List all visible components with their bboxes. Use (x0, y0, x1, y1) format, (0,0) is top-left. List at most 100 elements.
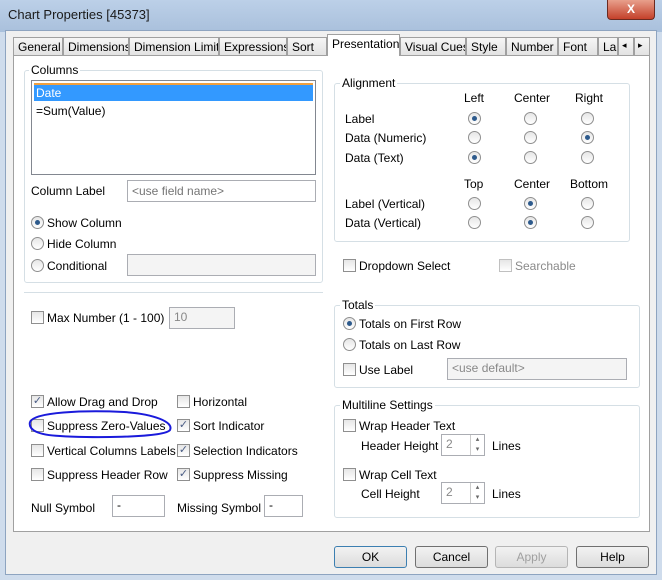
cell-height-label: Cell Height (361, 487, 420, 501)
horizontal-checkbox[interactable] (177, 395, 190, 408)
tab-font[interactable]: Font (558, 37, 598, 55)
selection-indicators-checkbox[interactable]: ✓ (177, 444, 190, 457)
data-v-top-radio[interactable] (468, 216, 481, 229)
show-column-radio[interactable] (31, 216, 44, 229)
hand-drawn-ellipse-annotation (28, 410, 172, 439)
tab-number[interactable]: Number (506, 37, 558, 55)
vertical-labels-label: Vertical Columns Labels (47, 444, 176, 458)
tab-dimension-limits[interactable]: Dimension Limits (129, 37, 219, 55)
tab-scroll-right[interactable]: ▸ (634, 37, 650, 55)
close-button[interactable]: X (607, 0, 655, 20)
horizontal-label: Horizontal (193, 395, 248, 409)
header-top: Top (464, 177, 484, 191)
column-label-label: Column Label (31, 184, 106, 198)
totals-first-label: Totals on First Row (359, 317, 462, 331)
dropdown-select-checkbox[interactable] (343, 259, 356, 272)
allow-drag-label: Allow Drag and Drop (47, 395, 158, 409)
apply-button[interactable]: Apply (495, 546, 568, 568)
totals-last-label: Totals on Last Row (359, 338, 461, 352)
numeric-center-radio[interactable] (524, 131, 537, 144)
conditional-radio[interactable] (31, 259, 44, 272)
wrap-header-checkbox[interactable] (343, 419, 356, 432)
vertical-labels-checkbox[interactable] (31, 444, 44, 457)
label-right-radio[interactable] (581, 112, 594, 125)
hide-column-label: Hide Column (47, 237, 117, 251)
hide-column-radio[interactable] (31, 237, 44, 250)
wrap-header-label: Wrap Header Text (359, 419, 456, 433)
label-row: Label (345, 112, 375, 126)
help-button[interactable]: Help (576, 546, 649, 568)
conditional-label: Conditional (47, 259, 108, 273)
use-label-checkbox[interactable] (343, 363, 356, 376)
wrap-cell-label: Wrap Cell Text (359, 468, 437, 482)
missing-symbol-label: Missing Symbol (177, 501, 262, 515)
label-v-bottom-radio[interactable] (581, 197, 594, 210)
totals-last-radio[interactable] (343, 338, 356, 351)
tab-general[interactable]: General (13, 37, 63, 55)
text-center-radio[interactable] (524, 151, 537, 164)
use-label-input[interactable]: <use default> (447, 358, 627, 380)
columns-label: Columns (29, 63, 81, 77)
tab-style[interactable]: Style (466, 37, 506, 55)
suppress-header-label: Suppress Header Row (47, 468, 168, 482)
cell-lines-label: Lines (492, 487, 521, 501)
label-v-top-radio[interactable] (468, 197, 481, 210)
max-number-checkbox[interactable] (31, 311, 44, 324)
header-height-label: Header Height (361, 439, 439, 453)
data-text-row: Data (Text) (345, 151, 404, 165)
sort-indicator-label: Sort Indicator (193, 419, 265, 433)
numeric-right-radio[interactable] (581, 131, 594, 144)
columns-list[interactable]: Date =Sum(Value) (31, 80, 316, 175)
totals-first-radio[interactable] (343, 317, 356, 330)
totals-label: Totals (340, 298, 376, 312)
list-item-date[interactable]: Date (34, 83, 313, 101)
searchable-label: Searchable (515, 259, 576, 273)
data-v-bottom-radio[interactable] (581, 216, 594, 229)
suppress-missing-checkbox[interactable]: ✓ (177, 468, 190, 481)
missing-symbol-input[interactable]: - (264, 495, 303, 517)
use-label-label: Use Label (359, 363, 414, 377)
label-v-center-radio[interactable] (524, 197, 537, 210)
conditional-input[interactable] (127, 254, 316, 276)
data-vertical-row: Data (Vertical) (345, 216, 422, 230)
data-numeric-row: Data (Numeric) (345, 131, 427, 145)
suppress-missing-label: Suppress Missing (193, 468, 288, 482)
tab-visual-cues[interactable]: Visual Cues (400, 37, 466, 55)
tab-dimensions[interactable]: Dimensions (63, 37, 129, 55)
list-item-sum-value[interactable]: =Sum(Value) (34, 103, 313, 119)
suppress-header-checkbox[interactable] (31, 468, 44, 481)
label-center-radio[interactable] (524, 112, 537, 125)
tab-presentation[interactable]: Presentation (327, 34, 400, 56)
tab-scroll-left[interactable]: ◂ (618, 37, 634, 55)
label-vertical-row: Label (Vertical) (345, 197, 426, 211)
searchable-checkbox[interactable] (499, 259, 512, 272)
max-number-label: Max Number (1 - 100) (47, 311, 165, 325)
cell-height-spinner[interactable]: 2 (441, 482, 485, 504)
dropdown-select-label: Dropdown Select (359, 259, 451, 273)
tab-expressions[interactable]: Expressions (219, 37, 287, 55)
allow-drag-checkbox[interactable]: ✓ (31, 395, 44, 408)
label-left-radio[interactable] (468, 112, 481, 125)
tab-layout[interactable]: La (598, 37, 618, 55)
header-right: Right (575, 91, 604, 105)
wrap-cell-checkbox[interactable] (343, 468, 356, 481)
divider (24, 292, 323, 293)
tab-sort[interactable]: Sort (287, 37, 327, 55)
max-number-input[interactable]: 10 (169, 307, 235, 329)
header-v-center: Center (514, 177, 551, 191)
column-label-input[interactable] (127, 180, 316, 202)
data-v-center-radio[interactable] (524, 216, 537, 229)
cancel-button[interactable]: Cancel (415, 546, 488, 568)
alignment-label: Alignment (340, 76, 398, 90)
header-left: Left (464, 91, 485, 105)
null-symbol-input[interactable]: - (112, 495, 165, 517)
multiline-label: Multiline Settings (340, 398, 435, 412)
header-height-spinner[interactable]: 2 (441, 434, 485, 456)
header-bottom: Bottom (570, 177, 609, 191)
header-lines-label: Lines (492, 439, 521, 453)
show-column-label: Show Column (47, 216, 122, 230)
text-left-radio[interactable] (468, 151, 481, 164)
ok-button[interactable]: OK (334, 546, 407, 568)
numeric-left-radio[interactable] (468, 131, 481, 144)
text-right-radio[interactable] (581, 151, 594, 164)
